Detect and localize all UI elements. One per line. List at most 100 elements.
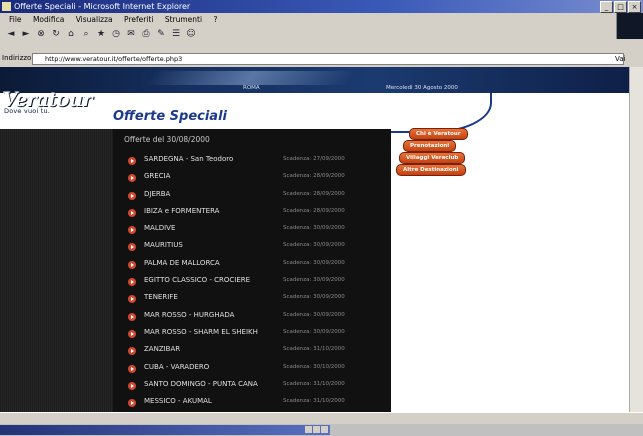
banner-date: Mercoledì 30 Agosto 2000 (386, 85, 458, 91)
arrow-bullet-icon[interactable] (128, 347, 136, 356)
address-input[interactable]: http://www.veratour.it/offerte/offerte.p… (32, 53, 624, 65)
offer-expiry: Scadenza: 30/09/2000 (283, 225, 345, 232)
offer-row[interactable]: ZANZIBAR Scadenza: 31/10/2000 (128, 344, 386, 361)
offer-name[interactable]: PALMA DE MALLORCA (144, 259, 220, 267)
favorites-icon[interactable]: ★ (96, 29, 106, 39)
offer-expiry: Scadenza: 30/09/2000 (283, 294, 345, 301)
offer-row[interactable]: MESSICO - AKUMAL Scadenza: 31/10/2000 (128, 396, 386, 412)
offer-expiry: Scadenza: 30/09/2000 (283, 259, 345, 266)
refresh-icon[interactable]: ↻ (51, 29, 61, 39)
stop-icon[interactable]: ⊗ (36, 29, 46, 39)
forward-icon[interactable]: ► (21, 29, 31, 39)
arrow-bullet-icon[interactable] (128, 329, 136, 338)
arrow-bullet-icon[interactable] (128, 191, 136, 200)
back-icon[interactable]: ◄ (6, 29, 16, 39)
offer-name[interactable]: ZANZIBAR (144, 345, 180, 353)
offer-row[interactable]: SANTO DOMINGO - PUNTA CANA Scadenza: 31/1… (128, 379, 386, 396)
close-button[interactable]: × (628, 1, 641, 13)
offer-name[interactable]: IBIZA e FORMENTERA (144, 207, 219, 215)
menu-strumenti[interactable]: Strumenti (165, 15, 202, 24)
menu-file[interactable]: File (9, 15, 22, 24)
offer-expiry: Scadenza: 31/10/2000 (283, 380, 345, 387)
address-label: Indirizzo (2, 54, 32, 62)
top-banner: ROMA Mercoledì 30 Agosto 2000 (0, 67, 629, 93)
discuss-icon[interactable]: ☰ (171, 29, 181, 39)
taskbar (0, 424, 643, 436)
offer-row[interactable]: DJERBA Scadenza: 28/09/2000 (128, 189, 386, 206)
menu-modifica[interactable]: Modifica (33, 15, 64, 24)
taskbar-window[interactable] (0, 425, 330, 435)
offer-name[interactable]: DJERBA (144, 190, 170, 198)
mail-icon[interactable]: ✉ (126, 29, 136, 39)
edit-icon[interactable]: ✎ (156, 29, 166, 39)
offer-expiry: Scadenza: 30/10/2000 (283, 363, 345, 370)
page-title: Offerte Speciali (113, 109, 227, 124)
arrow-bullet-icon[interactable] (128, 226, 136, 235)
offer-row[interactable]: TENERIFE Scadenza: 30/09/2000 (128, 292, 386, 309)
tb-min-icon[interactable] (305, 426, 312, 433)
offer-row[interactable]: MAURITIUS Scadenza: 30/09/2000 (128, 240, 386, 257)
tagline: Dove vuoi tu. (4, 107, 51, 115)
toolbar: ◄ ► ⊗ ↻ ⌂ ⌕ ★ ◷ ✉ ⎙ ✎ ☰ ☺ (0, 26, 622, 41)
print-icon[interactable]: ⎙ (141, 29, 151, 39)
arrow-bullet-icon[interactable] (128, 364, 136, 373)
go-button[interactable]: Vai (615, 53, 625, 66)
offer-row[interactable]: IBIZA e FORMENTERA Scadenza: 28/09/2000 (128, 206, 386, 223)
menu-preferiti[interactable]: Preferiti (124, 15, 153, 24)
offer-name[interactable]: SANTO DOMINGO - PUNTA CANA (144, 380, 258, 388)
arrow-bullet-icon[interactable] (128, 381, 136, 390)
offer-name[interactable]: GRECIA (144, 172, 170, 180)
offer-row[interactable]: MAR ROSSO - HURGHADA Scadenza: 30/09/2000 (128, 310, 386, 327)
offer-row[interactable]: GRECIA Scadenza: 28/09/2000 (128, 171, 386, 188)
offer-name[interactable]: MESSICO - AKUMAL (144, 397, 212, 405)
arrow-bullet-icon[interactable] (128, 278, 136, 287)
side-menu-altre-destinazioni[interactable]: Altre Destinazioni (396, 164, 466, 176)
offer-expiry: Scadenza: 27/09/2000 (283, 156, 345, 162)
offer-row[interactable]: CUBA - VARADERO Scadenza: 30/10/2000 (128, 362, 386, 379)
search-icon[interactable]: ⌕ (81, 29, 91, 39)
window-title-bar: Offerte Speciali - Microsoft Internet Ex… (0, 0, 643, 13)
offer-expiry: Scadenza: 28/09/2000 (283, 190, 345, 197)
maximize-button[interactable]: □ (614, 1, 627, 13)
offer-row[interactable]: MALDIVE Scadenza: 30/09/2000 (128, 223, 386, 240)
menu-help[interactable]: ? (213, 15, 217, 24)
offer-row[interactable]: SARDEGNA - San Teodoro Scadenza: 27/09/20… (128, 154, 386, 171)
offer-row[interactable]: EGITTO CLASSICO - CROCIERE Scadenza: 30/0… (128, 275, 386, 292)
side-menu-chi-e-veratour[interactable]: Chi è Veratour (409, 128, 468, 140)
vertical-scrollbar[interactable] (629, 67, 643, 412)
address-bar: Indirizzo http://www.veratour.it/offerte… (0, 52, 643, 65)
offer-name[interactable]: EGITTO CLASSICO - CROCIERE (144, 276, 250, 284)
arrow-bullet-icon[interactable] (128, 312, 136, 321)
tb-close-icon[interactable] (321, 426, 328, 433)
offer-name[interactable]: CUBA - VARADERO (144, 363, 209, 371)
banner-location: ROMA (243, 85, 260, 91)
arrow-bullet-icon[interactable] (128, 157, 136, 165)
arrow-bullet-icon[interactable] (128, 174, 136, 183)
offer-expiry: Scadenza: 30/09/2000 (283, 242, 345, 249)
arrow-bullet-icon[interactable] (128, 208, 136, 217)
offer-row[interactable]: PALMA DE MALLORCA Scadenza: 30/09/2000 (128, 258, 386, 275)
side-menu-villaggi[interactable]: Villaggi Veraclub (399, 152, 466, 164)
minimize-button[interactable]: _ (600, 1, 613, 13)
arrow-bullet-icon[interactable] (128, 399, 136, 408)
offer-name[interactable]: MAR ROSSO - HURGHADA (144, 311, 234, 319)
menu-visualizza[interactable]: Visualizza (76, 15, 113, 24)
arrow-bullet-icon[interactable] (128, 243, 136, 252)
tb-max-icon[interactable] (313, 426, 320, 433)
history-icon[interactable]: ◷ (111, 29, 121, 39)
offer-name[interactable]: MAR ROSSO - SHARM EL SHEIKH (144, 328, 258, 336)
offer-name[interactable]: TENERIFE (144, 293, 178, 301)
side-menu-prenotazioni[interactable]: Prenotazioni (403, 140, 457, 152)
offer-name[interactable]: MAURITIUS (144, 241, 183, 249)
home-icon[interactable]: ⌂ (66, 29, 76, 39)
arrow-bullet-icon[interactable] (128, 295, 136, 304)
offer-row[interactable]: MAR ROSSO - SHARM EL SHEIKH Scadenza: 30/… (128, 327, 386, 344)
arrow-bullet-icon[interactable] (128, 260, 136, 269)
offer-expiry: Scadenza: 30/09/2000 (283, 277, 345, 284)
messenger-icon[interactable]: ☺ (186, 29, 196, 39)
offers-list: SARDEGNA - San Teodoro Scadenza: 27/09/20… (128, 154, 386, 412)
offer-expiry: Scadenza: 31/10/2000 (283, 346, 345, 353)
offer-name[interactable]: MALDIVE (144, 224, 175, 232)
web-page: ROMA Mercoledì 30 Agosto 2000 Veratour D… (0, 67, 629, 412)
offer-name[interactable]: SARDEGNA - San Teodoro (144, 155, 233, 163)
